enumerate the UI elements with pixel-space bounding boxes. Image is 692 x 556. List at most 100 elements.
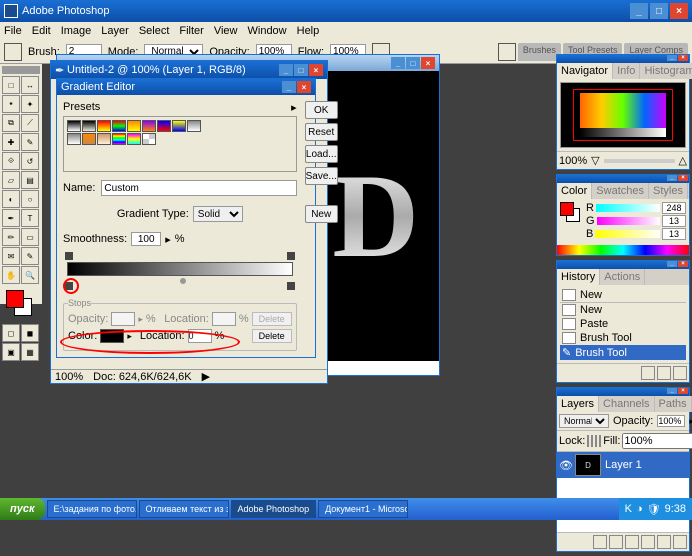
menu-window[interactable]: Window [248, 25, 287, 37]
visibility-icon[interactable]: 👁 [559, 459, 571, 472]
ge-minimize[interactable]: _ [282, 81, 296, 93]
layer-name[interactable]: Layer 1 [605, 459, 642, 471]
preset-swatch[interactable] [97, 133, 111, 145]
history-trash-icon[interactable] [673, 366, 687, 380]
tab-histogram[interactable]: Histogram [640, 63, 692, 79]
untitled-maximize[interactable]: □ [294, 64, 308, 76]
slice-tool[interactable]: ⟋ [21, 114, 39, 132]
zoom-out-icon[interactable]: ▽ [591, 154, 599, 167]
g-slider[interactable] [597, 217, 660, 225]
zoom-slider[interactable] [604, 159, 675, 163]
task-button[interactable]: Adobe Photoshop [231, 500, 317, 518]
ok-button[interactable]: OK [305, 101, 338, 119]
layer-blend-select[interactable]: Normal [559, 414, 609, 428]
preset-swatch[interactable] [157, 120, 171, 132]
stop-opacity-input[interactable] [111, 312, 135, 326]
preset-swatch[interactable] [67, 120, 81, 132]
menu-select[interactable]: Select [139, 25, 170, 37]
navigator-zoom[interactable]: 100% [559, 155, 587, 167]
r-value[interactable]: 248 [662, 202, 686, 214]
zoom-tool[interactable]: 🔍 [21, 266, 39, 284]
history-state[interactable]: ✎Brush Tool [560, 345, 686, 360]
screenmode-full[interactable]: ▦ [21, 343, 39, 361]
menu-edit[interactable]: Edit [32, 25, 51, 37]
new-layer-icon[interactable] [657, 535, 671, 549]
menu-layer[interactable]: Layer [101, 25, 129, 37]
preset-swatch[interactable] [142, 120, 156, 132]
layer-set-icon[interactable] [625, 535, 639, 549]
gradient-bar[interactable] [63, 252, 297, 294]
layer-row[interactable]: 👁 D Layer 1 [557, 452, 689, 478]
tray-icon[interactable]: 🛡 [647, 503, 661, 516]
doc-maximize[interactable]: □ [406, 57, 420, 69]
layer-list[interactable]: 👁 D Layer 1 [557, 452, 689, 532]
blur-tool[interactable]: ◐ [2, 190, 20, 208]
hand-tool[interactable]: ✋ [2, 266, 20, 284]
dodge-tool[interactable]: ○ [21, 190, 39, 208]
marquee-tool[interactable]: □ [2, 76, 20, 94]
save-button[interactable]: Save... [305, 167, 338, 185]
delete-opacity-stop-button[interactable]: Delete [252, 312, 292, 326]
preset-swatch[interactable] [187, 120, 201, 132]
menu-view[interactable]: View [214, 25, 238, 37]
preset-swatch[interactable] [142, 133, 156, 145]
hist-close[interactable]: × [678, 261, 688, 267]
gradient-editor-titlebar[interactable]: Gradient Editor _ × [57, 79, 315, 95]
healing-tool[interactable]: ✚ [2, 133, 20, 151]
doc-minimize[interactable]: _ [391, 57, 405, 69]
layer-thumbnail[interactable]: D [575, 454, 601, 476]
pen-tool[interactable]: ✏ [2, 228, 20, 246]
opacity-stop-left[interactable] [65, 252, 73, 260]
notes-tool[interactable]: ✉ [2, 247, 20, 265]
nav-min[interactable]: _ [667, 55, 677, 61]
task-button[interactable]: Документ1 - Microso... [318, 500, 408, 518]
preset-swatch[interactable] [97, 120, 111, 132]
hist-min[interactable]: _ [667, 261, 677, 267]
start-button[interactable]: пуск [0, 498, 45, 520]
task-button[interactable]: Е:\задания по фото... [47, 500, 137, 518]
color-stop-right[interactable] [287, 282, 295, 290]
layers-close[interactable]: × [678, 388, 688, 394]
foreground-color-swatch[interactable] [6, 290, 24, 308]
smoothness-dropdown-icon[interactable]: ▸ [165, 233, 171, 246]
lock-paint-icon[interactable] [591, 435, 593, 447]
history-state[interactable]: Paste [560, 317, 686, 331]
gradient-name-input[interactable] [101, 180, 296, 196]
gradient-tool[interactable]: ▤ [21, 171, 39, 189]
history-snapshot[interactable]: New [560, 288, 686, 302]
b-slider[interactable] [595, 230, 660, 238]
color-fgbg[interactable] [560, 202, 582, 224]
tab-channels[interactable]: Channels [599, 396, 654, 412]
layers-min[interactable]: _ [667, 388, 677, 394]
untitled-close[interactable]: × [309, 64, 323, 76]
stamp-tool[interactable]: ⟐ [2, 152, 20, 170]
layer-style-icon[interactable] [593, 535, 607, 549]
task-button[interactable]: Отливаем текст из з... [139, 500, 229, 518]
presets-menu-icon[interactable]: ▸ [291, 101, 297, 114]
lock-transparency-icon[interactable] [587, 435, 589, 447]
history-state[interactable]: New [560, 303, 686, 317]
tray-icon[interactable]: ◑ [636, 503, 643, 515]
menu-file[interactable]: File [4, 25, 22, 37]
b-value[interactable]: 13 [662, 228, 686, 240]
r-slider[interactable] [596, 204, 660, 212]
quickmask-on[interactable]: ◼ [21, 324, 39, 342]
tab-history[interactable]: History [557, 269, 600, 285]
menu-help[interactable]: Help [297, 25, 320, 37]
type-tool[interactable]: T [21, 209, 39, 227]
fg-bg-colors[interactable] [2, 290, 40, 320]
nav-close[interactable]: × [678, 55, 688, 61]
g-value[interactable]: 13 [662, 215, 686, 227]
path-tool[interactable]: ✒ [2, 209, 20, 227]
tab-actions[interactable]: Actions [600, 269, 645, 285]
screenmode-std[interactable]: ▣ [2, 343, 20, 361]
smoothness-input[interactable] [131, 232, 161, 246]
tab-layers[interactable]: Layers [557, 396, 599, 412]
tab-color[interactable]: Color [557, 183, 592, 199]
statusbar-arrow-icon[interactable]: ▶ [202, 370, 210, 383]
preset-swatch[interactable] [82, 120, 96, 132]
brush-tool[interactable]: ✎ [21, 133, 39, 151]
eyedropper-tool[interactable]: ✎ [21, 247, 39, 265]
menu-image[interactable]: Image [61, 25, 92, 37]
gradient-preview-bar[interactable] [67, 262, 293, 276]
